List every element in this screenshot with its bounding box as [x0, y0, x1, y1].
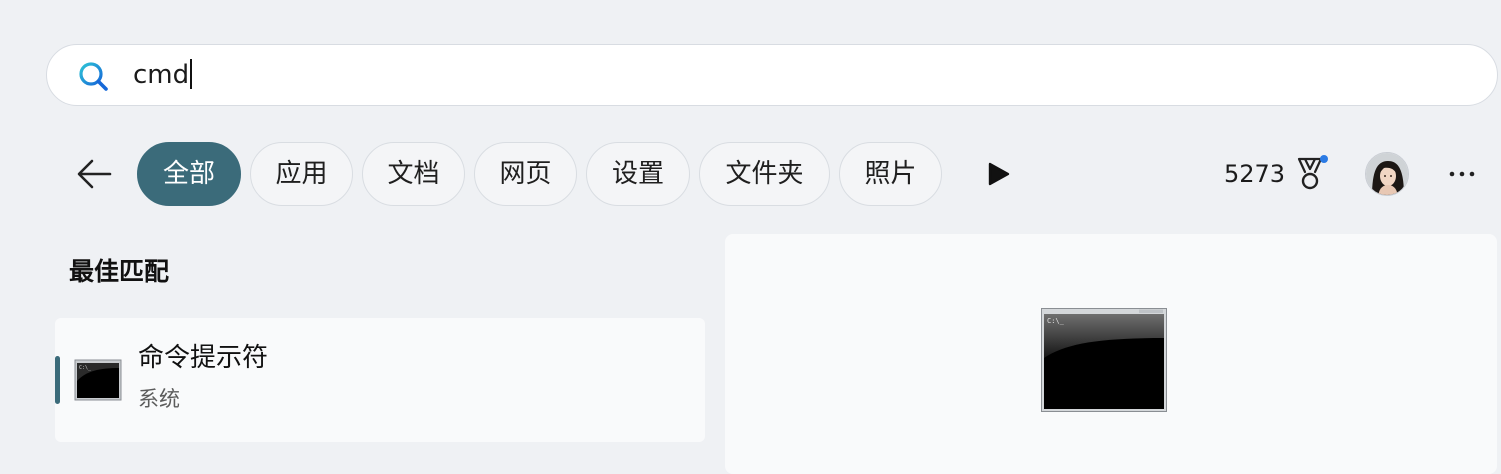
filter-tab-documents[interactable]: 文档	[362, 142, 465, 206]
result-title: 命令提示符	[138, 343, 269, 373]
command-prompt-icon: C:\_	[74, 359, 122, 401]
search-query: cmd	[133, 60, 190, 90]
best-match-heading: 最佳匹配	[69, 257, 170, 286]
filter-tab-all[interactable]: 全部	[137, 142, 241, 206]
best-match-result[interactable]: C:\_ 命令提示符 系统	[55, 318, 705, 442]
svg-text:C:\_: C:\_	[79, 365, 92, 371]
search-box[interactable]: cmd	[46, 44, 1498, 106]
filter-tab-apps[interactable]: 应用	[250, 142, 353, 206]
filter-tab-web[interactable]: 网页	[474, 142, 577, 206]
medal-icon[interactable]	[1294, 154, 1330, 192]
filter-tab-photos[interactable]: 照片	[839, 142, 942, 206]
filter-tab-folders[interactable]: 文件夹	[699, 142, 830, 206]
back-arrow-icon[interactable]	[72, 152, 116, 196]
filter-tab-settings[interactable]: 设置	[586, 142, 690, 206]
selection-indicator	[55, 356, 60, 404]
more-icon[interactable]	[1440, 158, 1484, 190]
search-input[interactable]: cmd	[133, 59, 193, 91]
search-icon	[79, 62, 108, 91]
command-prompt-large-icon: C:\_	[1041, 308, 1167, 412]
avatar-image	[1366, 153, 1408, 195]
text-caret	[190, 59, 193, 89]
play-icon[interactable]	[984, 158, 1014, 190]
svg-text:C:\_: C:\_	[1047, 317, 1065, 325]
rewards-points[interactable]: 5273	[1224, 157, 1285, 191]
avatar[interactable]	[1365, 152, 1409, 196]
result-subtitle: 系统	[138, 387, 180, 411]
preview-panel: C:\_	[725, 234, 1497, 474]
